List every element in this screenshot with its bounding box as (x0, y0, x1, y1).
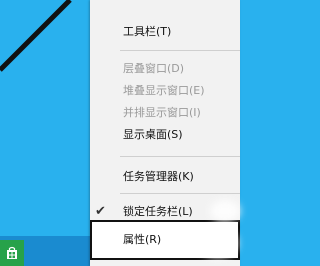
menu-item-cascade-windows: 层叠窗口(D) (123, 62, 185, 75)
menu-item-task-manager[interactable]: 任务管理器(K) (123, 170, 194, 184)
menu-item-toolbars[interactable]: 工具栏(T) (123, 25, 171, 39)
menu-separator (120, 156, 240, 157)
menu-separator (120, 193, 240, 194)
menu-item-lock-taskbar[interactable]: 锁定任务栏(L) (123, 205, 193, 219)
blur-overlay (210, 200, 240, 222)
menu-separator (120, 50, 240, 51)
store-icon[interactable] (0, 240, 24, 266)
menu-item-properties[interactable]: 属性(R) (123, 233, 161, 247)
menu-item-stacked-windows: 堆叠显示窗口(E) (123, 84, 205, 97)
menu-item-show-desktop[interactable]: 显示桌面(S) (123, 128, 183, 142)
check-icon: ✔ (95, 204, 106, 219)
taskbar-context-menu: 工具栏(T) 层叠窗口(D) 堆叠显示窗口(E) 并排显示窗口(I) 显示桌面(… (90, 0, 240, 266)
menu-item-side-by-side-windows: 并排显示窗口(I) (123, 106, 201, 119)
blur-overlay (198, 228, 238, 258)
desktop-edge-line (0, 0, 72, 72)
